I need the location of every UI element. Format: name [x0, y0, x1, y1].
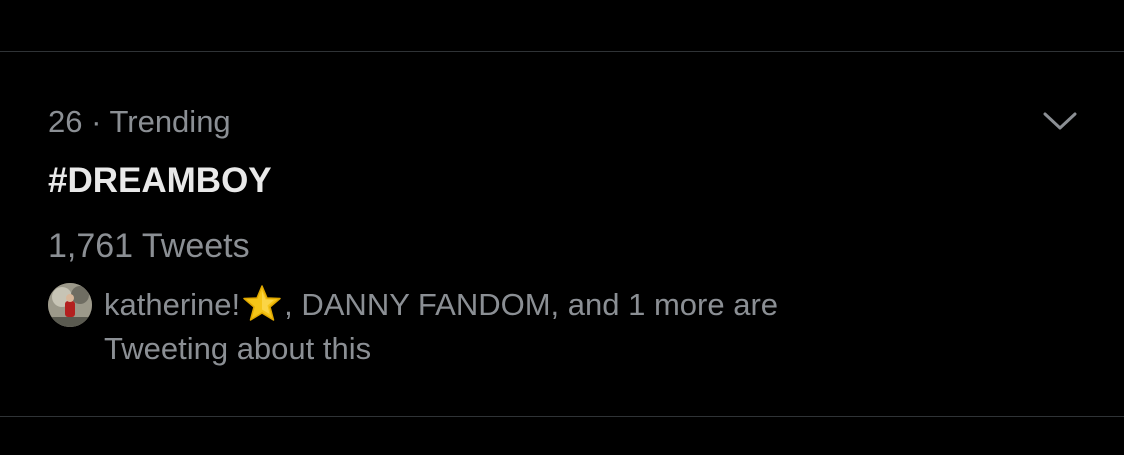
divider-bottom	[0, 416, 1124, 417]
social-context-text: katherine! , DANNY FANDOM, and 1 more ar…	[104, 283, 964, 371]
social-context-rest: , DANNY FANDOM, and 1 more are	[284, 287, 779, 322]
star-emoji-icon	[243, 285, 281, 321]
social-context-line-2: Tweeting about this	[104, 331, 372, 366]
trend-hashtag[interactable]: #DREAMBOY	[48, 160, 272, 202]
tweet-count: 1,761 Tweets	[48, 227, 250, 265]
avatar[interactable]	[48, 283, 92, 327]
trend-context: 26 · Trending	[48, 104, 231, 139]
avatar-photo	[48, 283, 92, 327]
social-context-line-1: katherine! , DANNY FANDOM, and 1 more ar…	[104, 283, 964, 327]
social-user-name: katherine!	[104, 287, 241, 322]
chevron-down-icon[interactable]	[1040, 107, 1080, 135]
